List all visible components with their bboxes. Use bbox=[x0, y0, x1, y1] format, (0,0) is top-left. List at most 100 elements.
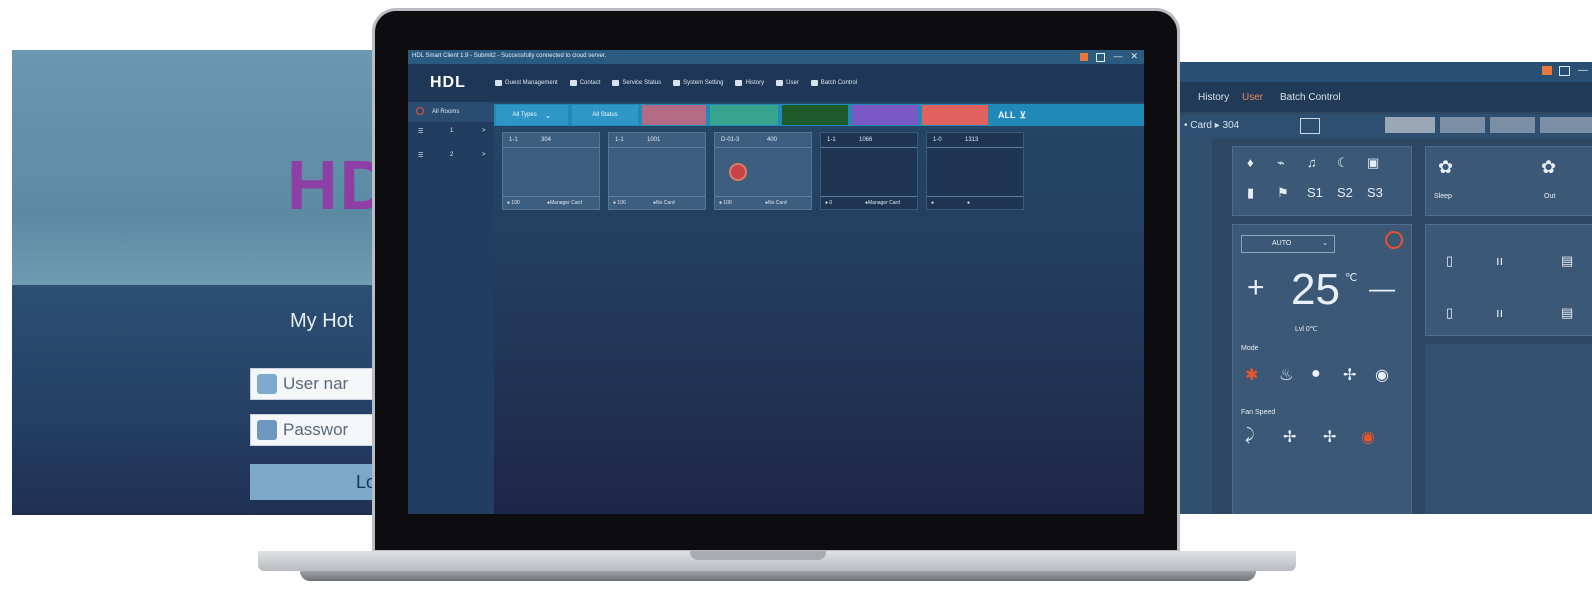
filter-chip-purple[interactable] bbox=[852, 105, 918, 125]
room-number: 1066 bbox=[859, 137, 873, 143]
temperature-unit: ℃ bbox=[1345, 272, 1358, 284]
close-icon[interactable]: — bbox=[1578, 65, 1588, 76]
fan-mode-icon[interactable]: ✢ bbox=[1343, 365, 1356, 385]
close-icon[interactable]: ✕ bbox=[1130, 51, 1138, 62]
lock-icon bbox=[257, 420, 277, 440]
temp-plus-button[interactable]: + bbox=[1247, 271, 1265, 305]
dnd-icon[interactable]: ☾ bbox=[1337, 155, 1349, 171]
grid-icon[interactable] bbox=[1542, 66, 1552, 75]
filter-chip-pink[interactable] bbox=[642, 105, 706, 125]
app-title: HDL Smart Client 1.9 - Submit2 - Success… bbox=[412, 53, 607, 59]
room-card-footer: ● 100 ●Manager Card bbox=[503, 196, 599, 209]
floor-item[interactable]: ☰ 2 > bbox=[408, 150, 494, 164]
status-icon bbox=[612, 80, 620, 86]
menu-guest-management[interactable]: Guest Management bbox=[495, 80, 558, 86]
fan-auto-icon[interactable]: ◉ bbox=[1361, 427, 1375, 447]
room-card-status: ●No Card bbox=[765, 200, 787, 206]
ac-mode-value: AUTO bbox=[1272, 240, 1292, 247]
gear-icon bbox=[673, 80, 681, 86]
room-card-header: 1-0 1313 bbox=[927, 133, 1023, 148]
rp-tab-2[interactable] bbox=[1440, 117, 1485, 133]
room-number: 1001 bbox=[647, 137, 661, 143]
filter-chip-red[interactable] bbox=[922, 105, 988, 125]
temperature-value: 25 bbox=[1291, 265, 1340, 314]
maximize-icon[interactable] bbox=[1096, 53, 1106, 62]
room-card[interactable]: 1-0 1313 ● ● bbox=[926, 132, 1024, 210]
light-btn-2[interactable]: ıı bbox=[1496, 253, 1503, 268]
ac-control-card: AUTO ⌄ + 25 ℃ — Lvl 0℃ Mode ✱ ♨ ● ✢ ◉ Fa… bbox=[1232, 224, 1412, 514]
status-filter[interactable]: All Status bbox=[572, 105, 638, 125]
room-card[interactable]: D-01-3 400 ● 100 ●No Card bbox=[714, 132, 812, 210]
scene-s1[interactable]: S1 bbox=[1307, 185, 1323, 200]
temp-minus-button[interactable]: — bbox=[1369, 273, 1395, 304]
fan-toggle-icon[interactable]: ✿ bbox=[1438, 157, 1453, 178]
calendar-icon[interactable] bbox=[1300, 118, 1320, 134]
all-rooms-item[interactable]: All Rooms bbox=[408, 102, 494, 122]
rp-tab-3[interactable] bbox=[1490, 117, 1535, 133]
room-power: ● 100 bbox=[613, 200, 626, 206]
room-card[interactable]: 1-1 304 ● 100 ●Manager Card bbox=[502, 132, 600, 210]
batch-icon bbox=[810, 80, 818, 86]
sleep-label: Sleep bbox=[1434, 193, 1452, 200]
menu-label: Guest Management bbox=[505, 80, 558, 86]
tv-icon[interactable]: ▣ bbox=[1367, 155, 1379, 171]
fan-low-icon[interactable]: ⤸ bbox=[1245, 427, 1255, 445]
filter-icon: ⊻ bbox=[1019, 109, 1027, 120]
fan-mid-icon[interactable]: ✢ bbox=[1283, 427, 1296, 447]
window-controls: — ✕ bbox=[1080, 51, 1138, 62]
light-btn-3[interactable]: ▤ bbox=[1561, 253, 1573, 269]
grid-icon[interactable] bbox=[1080, 53, 1089, 61]
all-filter-label: ALL bbox=[997, 110, 1016, 120]
fan-out-icon[interactable]: ✿ bbox=[1541, 157, 1556, 178]
username-placeholder: User nar bbox=[283, 374, 349, 393]
auto-mode-icon[interactable]: ◉ bbox=[1375, 365, 1389, 385]
bulb-icon[interactable]: ♦ bbox=[1247, 155, 1254, 170]
room-card[interactable]: 1-1 1066 ● 0 ●Manager Card bbox=[820, 132, 918, 210]
flag-icon[interactable]: ⚑ bbox=[1277, 185, 1289, 201]
bell-icon[interactable]: ♫ bbox=[1307, 155, 1317, 170]
menu-user[interactable]: User bbox=[776, 80, 799, 86]
menu-history[interactable]: History bbox=[735, 80, 764, 86]
rp-menu-history[interactable]: History bbox=[1198, 92, 1229, 103]
minimize-icon[interactable]: — bbox=[1113, 51, 1122, 62]
rp-menu-user[interactable]: User bbox=[1242, 92, 1263, 103]
fan-high-icon[interactable]: ✢ bbox=[1323, 427, 1336, 447]
rp-tab-4[interactable] bbox=[1540, 117, 1592, 133]
out-label: Out bbox=[1544, 193, 1556, 200]
rp-tab-1[interactable] bbox=[1385, 117, 1435, 133]
type-filter[interactable]: All Types ⌄ bbox=[496, 105, 568, 125]
heat-mode-icon[interactable]: ♨ bbox=[1279, 365, 1293, 385]
floor-item[interactable]: ☰ 1 > bbox=[408, 126, 494, 140]
menu-system-setting[interactable]: System Setting bbox=[673, 80, 723, 86]
door-icon[interactable]: ▮ bbox=[1247, 185, 1254, 201]
room-power: ● bbox=[931, 200, 935, 206]
filter-chip-teal[interactable] bbox=[710, 105, 778, 125]
all-filter[interactable]: ALL ⊻ bbox=[992, 105, 1032, 125]
light-btn-1[interactable]: ▯ bbox=[1446, 253, 1453, 269]
room-card-status: ●Manager Card bbox=[865, 200, 900, 206]
scene-s2[interactable]: S2 bbox=[1337, 185, 1353, 200]
light-btn-6[interactable]: ▤ bbox=[1561, 305, 1573, 321]
type-filter-label: All Types bbox=[512, 112, 537, 118]
dry-mode-icon[interactable]: ● bbox=[1311, 365, 1321, 383]
menu-batch-control[interactable]: Batch Control bbox=[810, 80, 857, 86]
all-rooms-label: All Rooms bbox=[432, 109, 460, 115]
light-btn-4[interactable]: ▯ bbox=[1446, 305, 1453, 321]
menu-contact[interactable]: Contact bbox=[569, 80, 600, 86]
room-card[interactable]: 1-1 1001 ● 100 ●No Card bbox=[608, 132, 706, 210]
scene-s3[interactable]: S3 bbox=[1367, 185, 1383, 200]
rp-menu-batch-control[interactable]: Batch Control bbox=[1280, 92, 1341, 103]
filter-chip-green[interactable] bbox=[782, 105, 848, 125]
power-icon[interactable] bbox=[1385, 231, 1403, 249]
light-btn-5[interactable]: ıı bbox=[1496, 305, 1503, 320]
cool-mode-icon[interactable]: ✱ bbox=[1245, 365, 1258, 385]
maximize-icon[interactable] bbox=[1559, 66, 1570, 76]
room-card-status: ●No Card bbox=[653, 200, 675, 206]
plug-icon[interactable]: ⌁ bbox=[1277, 155, 1285, 171]
ac-mode-select[interactable]: AUTO ⌄ bbox=[1241, 235, 1335, 253]
light-control-card: ▯ ıı ▤ ▯ ıı ▤ bbox=[1425, 224, 1592, 336]
menu-label: History bbox=[745, 80, 765, 86]
room-number: 304 bbox=[541, 137, 552, 143]
room-floor: D-01-3 bbox=[721, 137, 740, 143]
menu-service-status[interactable]: Service Status bbox=[612, 80, 661, 86]
